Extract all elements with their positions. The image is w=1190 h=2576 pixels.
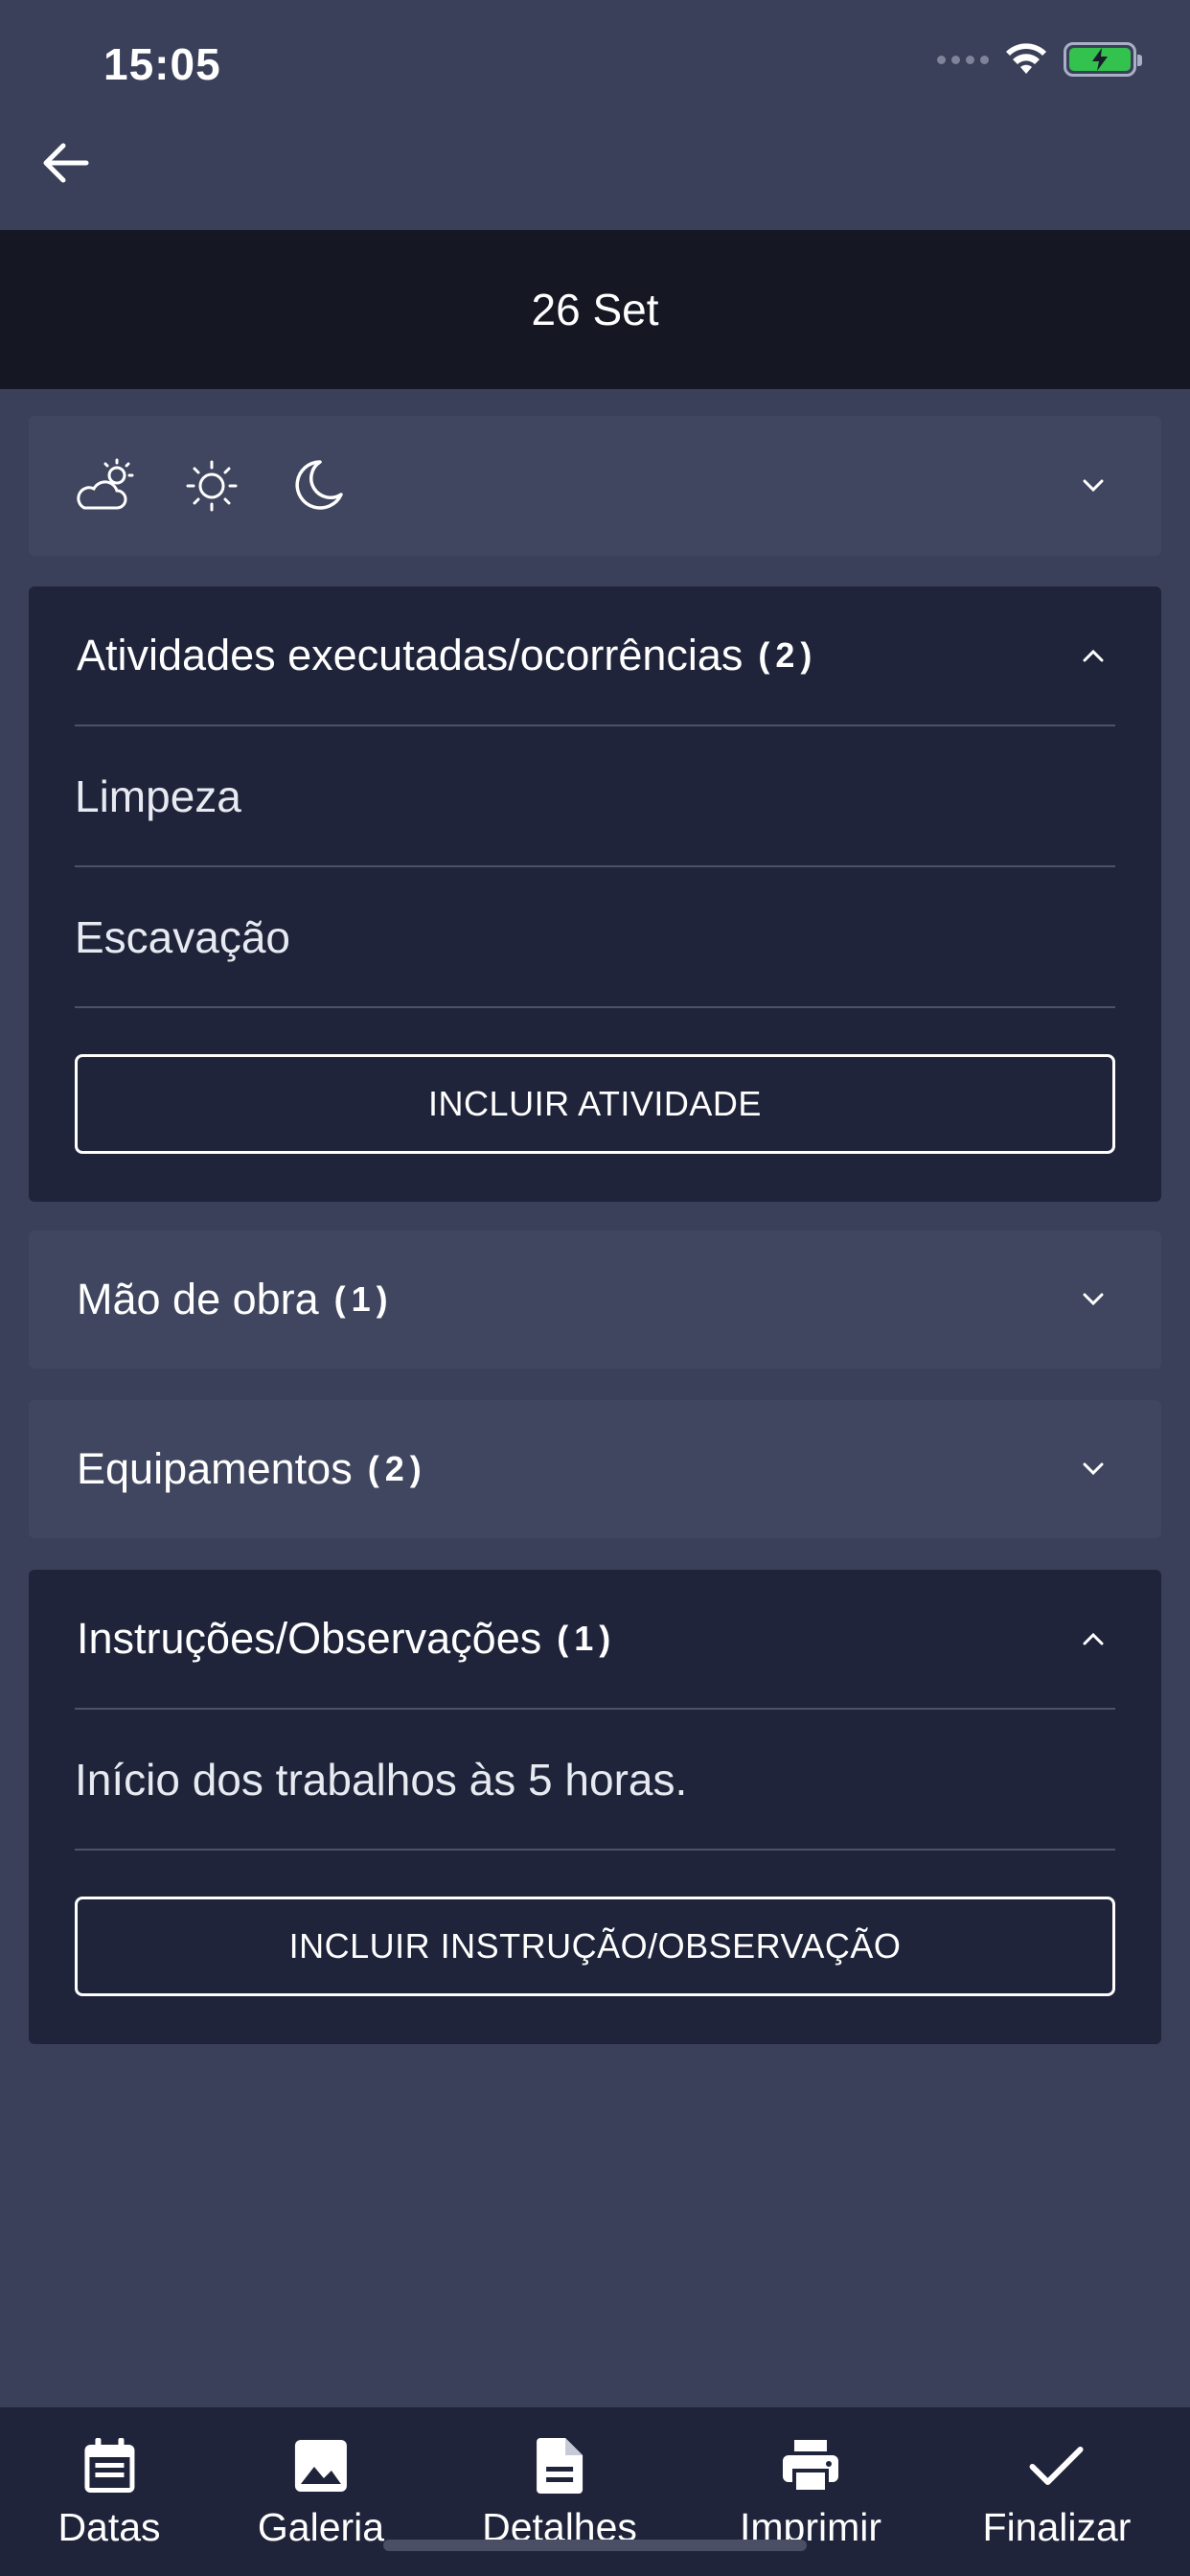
nav-item-galeria[interactable]: Galeria xyxy=(258,2434,384,2550)
instructions-header[interactable]: Instruções/Observações (1) xyxy=(29,1570,1161,1708)
activities-header[interactable]: Atividades executadas/ocorrências (2) xyxy=(29,586,1161,724)
date-header: 26 Set xyxy=(0,230,1190,389)
weather-icons xyxy=(29,416,1161,556)
chevron-up-icon[interactable] xyxy=(1079,1624,1108,1653)
chevron-down-icon[interactable] xyxy=(1079,472,1108,500)
instructions-count: (1) xyxy=(557,1619,617,1658)
list-item[interactable]: Escavação xyxy=(75,865,1115,1006)
instructions-card: Instruções/Observações (1) Início dos tr… xyxy=(29,1570,1161,2044)
partly-cloudy-icon[interactable] xyxy=(75,454,138,518)
sun-icon[interactable] xyxy=(180,454,243,518)
date-label: 26 Set xyxy=(531,285,659,334)
status-time: 15:05 xyxy=(103,39,221,89)
cellular-signal-icon xyxy=(937,55,989,64)
nav-item-imprimir[interactable]: Imprimir xyxy=(740,2434,881,2550)
status-icons xyxy=(937,42,1142,77)
back-button[interactable] xyxy=(34,132,96,194)
printer-icon xyxy=(779,2434,842,2497)
chevron-down-icon[interactable] xyxy=(1079,1285,1108,1314)
chevron-up-icon[interactable] xyxy=(1079,641,1108,670)
nav-item-datas[interactable]: Datas xyxy=(57,2434,161,2550)
wifi-icon xyxy=(1006,43,1046,74)
divider xyxy=(75,1006,1115,1008)
calendar-icon xyxy=(78,2434,141,2497)
image-icon xyxy=(289,2434,353,2497)
activities-count: (2) xyxy=(758,635,818,675)
divider xyxy=(75,1849,1115,1851)
add-instruction-button[interactable]: INCLUIR INSTRUÇÃO/OBSERVAÇÃO xyxy=(75,1897,1115,1996)
moon-icon[interactable] xyxy=(286,454,349,518)
nav-item-finalizar[interactable]: Finalizar xyxy=(982,2434,1132,2550)
equipment-count: (2) xyxy=(367,1449,427,1488)
labor-title: Mão de obra xyxy=(77,1275,319,1323)
instructions-title: Instruções/Observações xyxy=(77,1614,542,1663)
nav-label: Galeria xyxy=(257,2505,385,2549)
document-icon xyxy=(528,2434,591,2497)
labor-count: (1) xyxy=(333,1279,394,1319)
nav-item-detalhes[interactable]: Detalhes xyxy=(482,2434,637,2550)
nav-label: Finalizar xyxy=(982,2505,1132,2549)
equipment-card[interactable]: Equipamentos (2) xyxy=(29,1400,1161,1538)
list-item[interactable]: Limpeza xyxy=(75,724,1115,865)
check-icon xyxy=(1025,2434,1088,2497)
activities-title: Atividades executadas/ocorrências xyxy=(77,631,744,679)
chevron-down-icon[interactable] xyxy=(1079,1455,1108,1484)
nav-label: Datas xyxy=(57,2505,161,2549)
battery-icon xyxy=(1064,42,1142,77)
status-bar: 15:05 xyxy=(0,0,1190,134)
equipment-title: Equipamentos xyxy=(77,1444,353,1493)
equipment-header[interactable]: Equipamentos (2) xyxy=(29,1400,1161,1538)
home-indicator xyxy=(383,2540,807,2551)
labor-card[interactable]: Mão de obra (1) xyxy=(29,1230,1161,1368)
labor-header[interactable]: Mão de obra (1) xyxy=(29,1230,1161,1368)
list-item[interactable]: Início dos trabalhos às 5 horas. xyxy=(75,1708,1115,1849)
activities-card: Atividades executadas/ocorrências (2) Li… xyxy=(29,586,1161,1202)
add-activity-button[interactable]: INCLUIR ATIVIDADE xyxy=(75,1054,1115,1154)
weather-card[interactable] xyxy=(29,416,1161,556)
arrow-left-icon xyxy=(43,143,89,183)
